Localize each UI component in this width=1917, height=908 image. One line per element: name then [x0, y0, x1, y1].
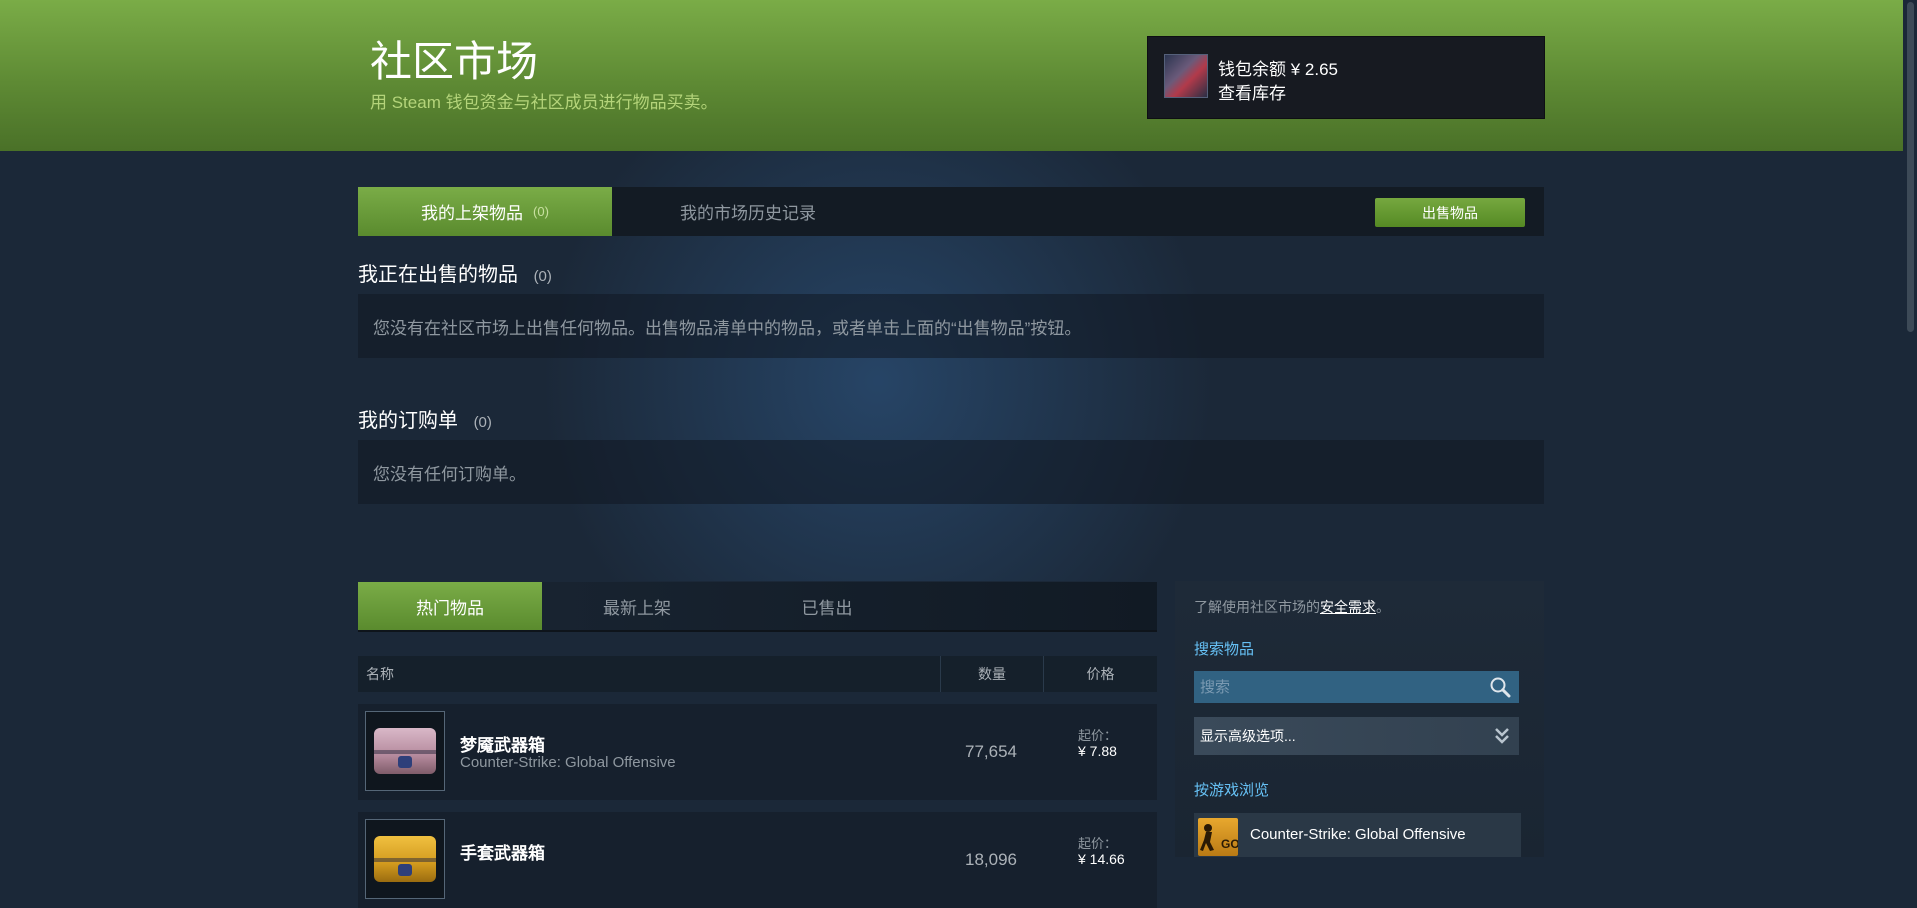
weapon-case-icon	[374, 728, 436, 774]
item-game: Counter-Strike: Global Offensive	[460, 754, 676, 771]
safety-info-suffix: 。	[1376, 599, 1390, 615]
double-chevron-down-icon	[1495, 728, 1509, 744]
item-price: ¥ 7.88	[1078, 743, 1117, 759]
sell-item-button[interactable]: 出售物品	[1375, 198, 1525, 227]
table-header: 名称 数量 价格	[358, 656, 1157, 692]
listing-tabs: 我的上架物品 (0) 我的市场历史记录 出售物品	[358, 187, 1544, 236]
wallet-balance: 钱包余额 ¥ 2.65	[1218, 60, 1338, 79]
search-box	[1194, 671, 1519, 703]
scrollbar-thumb[interactable]	[1907, 2, 1914, 332]
item-price: ¥ 14.66	[1078, 851, 1125, 867]
item-name[interactable]: 梦魇武器箱	[460, 731, 545, 756]
game-icon-label: GO	[1221, 837, 1238, 851]
scrollbar[interactable]	[1903, 0, 1917, 857]
item-price-label: 起价：	[1078, 836, 1118, 851]
game-name: Counter-Strike: Global Offensive	[1250, 826, 1466, 843]
item-name[interactable]: 手套武器箱	[460, 839, 545, 864]
item-quantity: 18,096	[965, 850, 1017, 869]
view-inventory-link[interactable]: 查看库存	[1218, 79, 1286, 104]
tab-my-listings[interactable]: 我的上架物品 (0)	[358, 187, 612, 236]
tab-market-history[interactable]: 我的市场历史记录	[612, 187, 884, 236]
advanced-options-label: 显示高级选项...	[1200, 728, 1296, 744]
advanced-options-toggle[interactable]: 显示高级选项...	[1194, 717, 1519, 755]
orders-section-title: 我的订购单 (0)	[358, 404, 492, 433]
selling-section-title: 我正在出售的物品 (0)	[358, 258, 552, 287]
page-subtitle: 用 Steam 钱包资金与社区成员进行物品买卖。	[370, 93, 718, 112]
search-icon[interactable]	[1489, 676, 1511, 698]
wallet-panel: 钱包余额 ¥ 2.65 查看库存	[1147, 36, 1545, 119]
market-sidebar: 了解使用社区市场的安全需求。 搜索物品 显示高级选项... 按游戏浏览 GO C…	[1175, 581, 1544, 857]
safety-requirements-link[interactable]: 安全需求	[1320, 599, 1376, 615]
tab-popular[interactable]: 热门物品	[358, 582, 542, 630]
tab-newest[interactable]: 最新上架	[542, 582, 732, 630]
tab-sold[interactable]: 已售出	[732, 582, 922, 630]
selling-empty-message: 您没有在社区市场上出售任何物品。出售物品清单中的物品，或者单击上面的“出售物品”…	[358, 294, 1544, 358]
safety-info-prefix: 了解使用社区市场的	[1194, 599, 1320, 615]
item-thumbnail	[365, 711, 445, 791]
col-name-header[interactable]: 名称	[366, 656, 394, 692]
orders-empty-message: 您没有任何订购单。	[358, 440, 1544, 504]
tab-my-listings-label: 我的上架物品	[421, 204, 524, 223]
selling-count: (0)	[533, 268, 552, 285]
search-input[interactable]	[1194, 671, 1486, 703]
item-price-label: 起价：	[1078, 728, 1118, 743]
csgo-game-icon: GO	[1198, 818, 1240, 856]
col-price-header[interactable]: 价格	[1044, 656, 1157, 692]
orders-title-text: 我的订购单	[358, 410, 458, 432]
col-qty-header[interactable]: 数量	[941, 656, 1043, 692]
table-row[interactable]: 梦魇武器箱 Counter-Strike: Global Offensive 7…	[358, 704, 1157, 800]
safety-info: 了解使用社区市场的安全需求。	[1194, 597, 1390, 617]
browse-by-game-heading: 按游戏浏览	[1194, 782, 1270, 799]
tab-my-listings-count: (0)	[533, 204, 549, 219]
game-filter-csgo[interactable]: GO Counter-Strike: Global Offensive	[1194, 813, 1521, 857]
item-quantity: 77,654	[965, 742, 1017, 761]
avatar[interactable]	[1164, 54, 1208, 98]
item-thumbnail	[365, 819, 445, 899]
orders-count: (0)	[473, 414, 492, 431]
market-header-banner	[0, 0, 1917, 151]
weapon-case-icon	[374, 836, 436, 882]
search-heading: 搜索物品	[1194, 641, 1255, 658]
page-title: 社区市场	[370, 38, 539, 85]
browse-tabs: 热门物品 最新上架 已售出	[358, 582, 1157, 632]
selling-title-text: 我正在出售的物品	[358, 264, 518, 286]
table-row[interactable]: 手套武器箱 18,096 起价： ¥ 14.66	[358, 812, 1157, 908]
